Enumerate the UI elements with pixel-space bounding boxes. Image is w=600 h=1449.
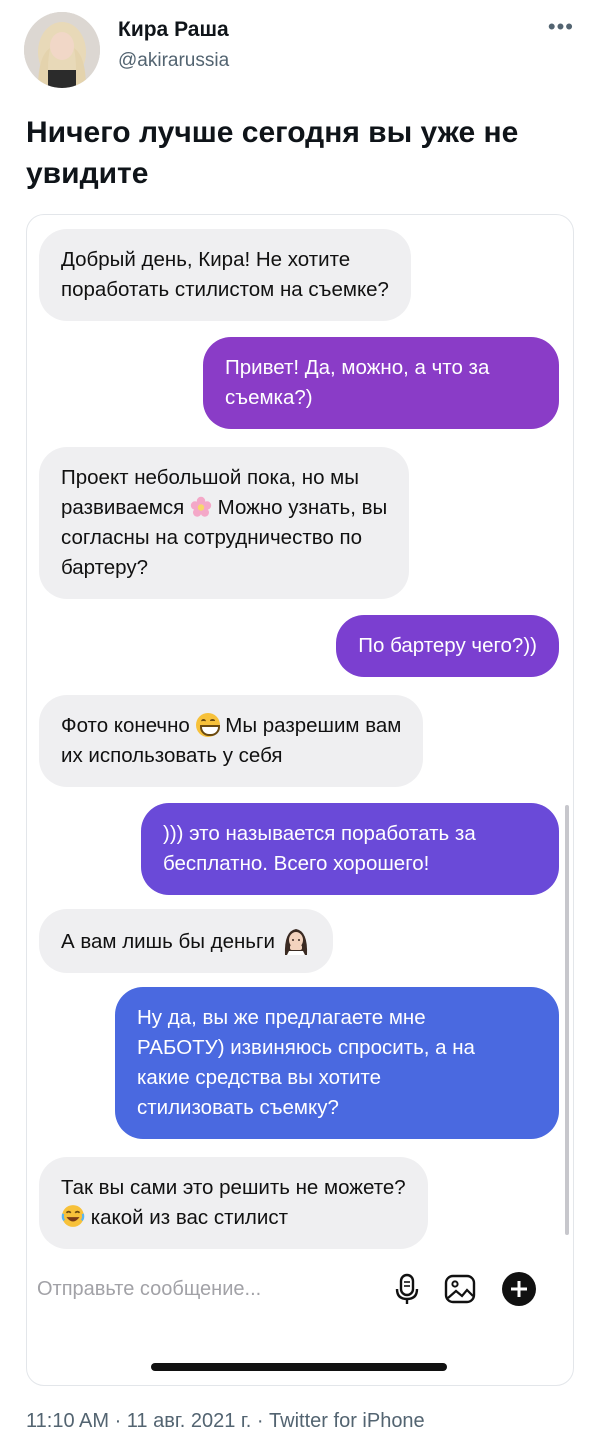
message-bubble: Привет! Да, можно, а что за съемка?) [203, 337, 559, 429]
author-handle[interactable]: @akirarussia [118, 50, 229, 72]
more-icon[interactable]: ••• [548, 14, 574, 40]
microphone-icon[interactable] [389, 1271, 425, 1307]
message-bubble: Так вы сами это решить не можете? какой … [39, 1157, 428, 1249]
flower-emoji-icon [190, 496, 212, 517]
message-bubble: Ну да, вы же предлагаете мне РАБОТУ) изв… [115, 987, 559, 1139]
scrollbar[interactable] [565, 805, 569, 1235]
message-bubble: А вам лишь бы деньги [39, 909, 333, 973]
message-bubble: Фото конечно Мы разрешим вам их использо… [39, 695, 424, 787]
message-bubble: ))) это называется поработать за бесплат… [141, 803, 559, 895]
author-name[interactable]: Кира Раша [118, 18, 229, 42]
chat-screenshot: Добрый день, Кира! Не хотите поработать … [26, 214, 574, 1386]
message-bubble: По бартеру чего?)) [336, 615, 559, 677]
message-bubble: Проект небольшой пока, но мы развиваемся… [39, 447, 410, 599]
message-composer [27, 1255, 573, 1323]
gallery-icon[interactable] [442, 1271, 478, 1307]
home-indicator [151, 1363, 447, 1371]
laugh-emoji-icon [61, 1205, 85, 1227]
plus-icon[interactable] [501, 1271, 537, 1307]
message-input[interactable] [27, 1255, 573, 1323]
facepalm-emoji-icon [284, 929, 307, 955]
message-bubble: Добрый день, Кира! Не хотите поработать … [39, 229, 411, 321]
avatar[interactable] [24, 12, 100, 88]
grin-emoji-icon [195, 713, 220, 737]
tweet-text: Ничего лучше сегодня вы уже не увидите [26, 116, 519, 190]
tweet-timestamp: 11:10 AM · 11 авг. 2021 г. · Twitter for… [26, 1410, 425, 1432]
